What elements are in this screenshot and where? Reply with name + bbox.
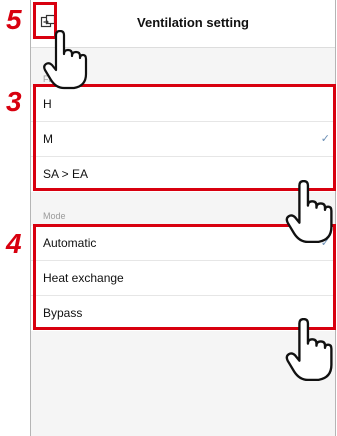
annotation-step-number: 3 — [6, 86, 22, 117]
mode-section-label: Mode — [43, 211, 66, 221]
hand-pointer-icon — [43, 30, 88, 90]
hand-pointer-icon — [285, 180, 333, 244]
annotation-box-fan-speed — [33, 84, 336, 191]
page-title: Ventilation setting — [137, 15, 249, 30]
hand-pointer-icon — [285, 318, 333, 382]
annotation-step-number: 5 — [6, 4, 22, 35]
annotation-step-number: 4 — [6, 228, 22, 259]
